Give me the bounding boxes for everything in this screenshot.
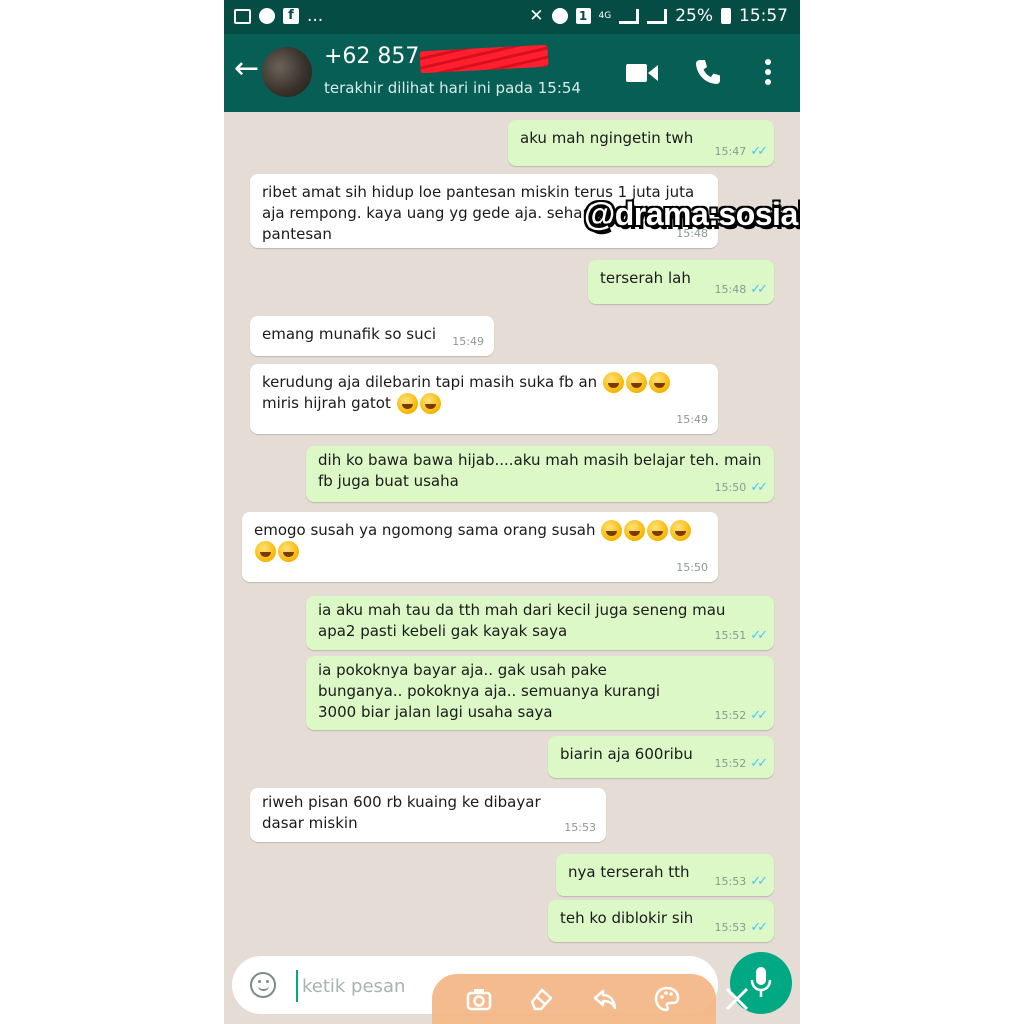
chrome-icon	[259, 8, 275, 24]
message-meta: 15:52 ✓✓	[714, 753, 768, 774]
signal-icon	[647, 8, 668, 24]
palette-icon[interactable]	[654, 986, 680, 1012]
avatar[interactable]	[262, 47, 312, 97]
laughing-emoji-icon	[602, 372, 624, 393]
message-time: 15:51	[714, 629, 747, 642]
camera-icon[interactable]	[466, 986, 492, 1012]
message-incoming[interactable]: emang munafik so suci 15:49	[250, 316, 494, 356]
message-text: ia pokoknya bayar aja.. gak usah pake bu…	[318, 661, 665, 721]
last-seen-status: terakhir dilihat hari ini pada 15:54	[324, 79, 581, 97]
message-time: 15:50	[676, 561, 708, 574]
mute-icon: ✕	[529, 6, 544, 26]
message-text: emang munafik so suci	[262, 325, 437, 343]
message-time: 15:52	[714, 709, 747, 722]
laughing-emoji-icon	[396, 393, 418, 414]
more-options-icon[interactable]	[760, 58, 776, 86]
contact-name[interactable]: +62 857-	[324, 44, 427, 69]
message-meta: 15:52 ✓✓	[714, 705, 768, 726]
sim-icon: 1	[575, 8, 591, 24]
message-outgoing[interactable]: teh ko diblokir sih 15:53 ✓✓	[548, 900, 774, 942]
message-line-1: kerudung aja dilebarin tapi masih suka f…	[262, 372, 706, 393]
message-time: 15:52	[714, 757, 747, 770]
message-text: emogo susah ya ngomong sama orang susah	[254, 521, 596, 539]
status-overflow: ...	[307, 6, 324, 26]
message-time: 15:48	[714, 283, 747, 296]
close-icon[interactable]	[724, 986, 750, 1012]
laughing-emoji-icon	[670, 520, 692, 541]
laughing-emoji-icon	[647, 520, 669, 541]
chat-header: ← +62 857- terakhir dilihat hari ini pad…	[224, 34, 800, 112]
watermark-text: @drama:sosialmedia	[584, 196, 800, 232]
alarm-icon	[551, 8, 568, 24]
laughing-emoji-icon	[648, 372, 670, 393]
video-call-icon[interactable]	[626, 62, 658, 84]
read-receipt-icon: ✓✓	[750, 756, 768, 771]
message-outgoing[interactable]: aku mah ngingetin twh 15:47 ✓✓	[508, 120, 774, 166]
message-line-2: miris hijrah gatot	[262, 393, 706, 414]
message-time: 15:53	[564, 821, 596, 834]
chat-messages: aku mah ngingetin twh 15:47 ✓✓ ribet amat…	[224, 112, 800, 1024]
message-time: 15:49	[676, 413, 708, 426]
read-receipt-icon: ✓✓	[750, 874, 768, 889]
laughing-emoji-icon	[278, 541, 299, 562]
message-meta: 15:53 ✓✓	[714, 871, 768, 892]
read-receipt-icon: ✓✓	[750, 920, 768, 935]
message-text: dih ko bawa bawa hijab....aku mah masih …	[318, 451, 767, 490]
message-outgoing[interactable]: ia pokoknya bayar aja.. gak usah pake bu…	[306, 656, 774, 730]
laughing-emoji-icon	[624, 520, 646, 541]
read-receipt-icon: ✓✓	[750, 628, 768, 643]
message-outgoing[interactable]: dih ko bawa bawa hijab....aku mah masih …	[306, 446, 774, 502]
laughing-emoji-icon	[419, 393, 441, 414]
message-text: miris hijrah gatot	[262, 394, 391, 412]
laughing-emoji-icon	[255, 541, 276, 562]
image-icon	[234, 8, 251, 24]
message-outgoing[interactable]: terserah lah 15:48 ✓✓	[588, 260, 774, 304]
laughing-emoji-icon	[625, 372, 647, 393]
screenshot-edit-toolbar	[432, 974, 716, 1024]
read-receipt-icon: ✓✓	[750, 480, 768, 495]
message-time: 15:53	[714, 921, 747, 934]
message-line-1: emogo susah ya ngomong sama orang susah	[254, 520, 706, 541]
redaction-scribble	[419, 44, 549, 74]
read-receipt-icon: ✓✓	[750, 708, 768, 723]
eraser-icon[interactable]	[528, 986, 554, 1012]
message-outgoing[interactable]: biarin aja 600ribu 15:52 ✓✓	[548, 736, 774, 778]
message-meta: 15:51 ✓✓	[714, 625, 768, 646]
message-text: riweh pisan 600 rb kuaing ke dibayar das…	[262, 793, 546, 832]
emoji-icon[interactable]	[250, 972, 276, 998]
message-text: kerudung aja dilebarin tapi masih suka f…	[262, 373, 598, 391]
status-time: 15:57	[739, 6, 788, 26]
read-receipt-icon: ✓✓	[750, 144, 768, 159]
message-incoming[interactable]: emogo susah ya ngomong sama orang susah …	[242, 512, 718, 582]
message-text: ia aku mah tau da tth mah dari kecil jug…	[318, 601, 731, 640]
message-meta: 15:50 ✓✓	[714, 477, 768, 498]
facebook-icon: f	[283, 8, 299, 24]
message-time: 15:50	[714, 481, 747, 494]
message-meta: 15:53 ✓✓	[714, 917, 768, 938]
phone-screen: f ... ✕ 1 4G 25% 15:57 ← +62 857- terakh…	[224, 0, 800, 1024]
message-outgoing[interactable]: nya terserah tth 15:53 ✓✓	[556, 854, 774, 896]
message-meta: 15:48 ✓✓	[714, 279, 768, 300]
message-time: 15:49	[452, 335, 484, 348]
microphone-icon	[750, 967, 772, 997]
read-receipt-icon: ✓✓	[750, 282, 768, 297]
laughing-emoji-icon	[601, 520, 623, 541]
message-time: 15:47	[714, 145, 747, 158]
message-outgoing[interactable]: ia aku mah tau da tth mah dari kecil jug…	[306, 596, 774, 650]
battery-percent: 25%	[675, 6, 713, 26]
message-time: 15:53	[714, 875, 747, 888]
message-incoming[interactable]: riweh pisan 600 rb kuaing ke dibayar das…	[250, 788, 606, 842]
battery-icon	[721, 8, 731, 24]
message-meta: 15:47 ✓✓	[714, 141, 768, 162]
undo-icon[interactable]	[592, 986, 618, 1012]
phone-call-icon[interactable]	[694, 58, 722, 86]
status-bar: f ... ✕ 1 4G 25% 15:57	[224, 0, 800, 34]
network-type: 4G	[598, 10, 612, 21]
back-arrow-icon[interactable]: ←	[234, 54, 259, 84]
message-incoming[interactable]: kerudung aja dilebarin tapi masih suka f…	[250, 364, 718, 434]
message-line-2	[254, 541, 706, 562]
signal-icon	[619, 8, 640, 24]
